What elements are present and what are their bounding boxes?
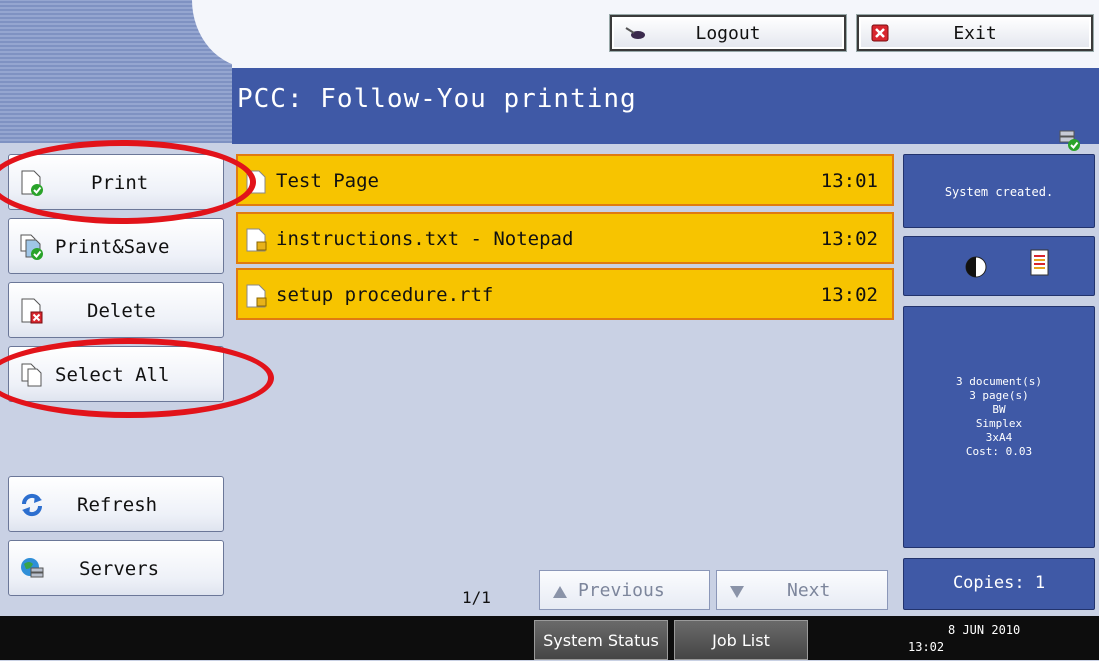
summary-cost: Cost: 0.03 (965, 445, 1033, 458)
logout-label: Logout (695, 22, 761, 44)
document-list-icon (1030, 249, 1050, 281)
servers-button[interactable]: Servers (8, 540, 224, 596)
system-status-button[interactable]: System Status (534, 620, 668, 660)
date-text: 8 JUN 2010 (948, 623, 1021, 637)
document-lock-icon (244, 228, 270, 257)
annotation-ring-print (0, 140, 256, 224)
refresh-label: Refresh (77, 494, 158, 516)
status-panel: System created. (903, 154, 1095, 228)
exit-label: Exit (953, 22, 997, 44)
summary-documents: 3 document(s) (955, 375, 1043, 388)
servers-label: Servers (79, 558, 160, 580)
next-label: Next (787, 580, 831, 601)
server-status-icon (1058, 128, 1082, 156)
triangle-up-icon (552, 583, 568, 604)
previous-button[interactable]: Previous (539, 570, 710, 610)
document-lock-icon (244, 284, 270, 313)
refresh-button[interactable]: Refresh (8, 476, 224, 532)
status-message: System created. (944, 185, 1054, 199)
list-item[interactable]: Test Page 13:01 (236, 154, 894, 206)
job-time: 13:02 (820, 284, 878, 306)
list-item[interactable]: setup procedure.rtf 13:02 (236, 268, 894, 320)
refresh-icon (19, 491, 45, 524)
exit-button[interactable]: Exit (857, 15, 1093, 51)
summary-duplex: Simplex (975, 417, 1023, 430)
summary-pages: 3 page(s) (969, 389, 1029, 402)
job-name: Test Page (276, 170, 379, 192)
delete-button[interactable]: Delete (8, 282, 224, 338)
job-time: 13:02 (820, 228, 878, 250)
previous-label: Previous (578, 580, 665, 601)
copies-label: Copies: 1 (952, 573, 1046, 593)
job-time: 13:01 (820, 170, 878, 192)
print-save-icon (19, 233, 45, 266)
list-item[interactable]: instructions.txt - Notepad 13:02 (236, 212, 894, 264)
servers-icon (19, 555, 45, 588)
job-list-button[interactable]: Job List (674, 620, 808, 660)
print-save-button[interactable]: Print&Save (8, 218, 224, 274)
triangle-down-icon (729, 583, 745, 604)
job-name: instructions.txt - Notepad (276, 228, 574, 250)
next-button[interactable]: Next (716, 570, 888, 610)
delete-doc-icon (19, 297, 45, 330)
delete-label: Delete (87, 300, 156, 322)
page-title: PCC: Follow-You printing (237, 84, 637, 114)
time-text: 13:02 (908, 640, 945, 654)
copies-button[interactable]: Copies: 1 (903, 558, 1095, 610)
page-indicator: 1/1 (462, 588, 491, 607)
color-mode-panel (903, 236, 1095, 296)
job-name: setup procedure.rtf (276, 284, 494, 306)
job-summary-panel: 3 document(s) 3 page(s) BW Simplex 3xA4 … (903, 306, 1095, 548)
bw-mode-icon (964, 255, 988, 283)
date-time: 8 JUN 2010 13:02 (908, 622, 1020, 656)
summary-color: BW (992, 403, 1006, 416)
print-save-label: Print&Save (55, 236, 170, 258)
summary-paper: 3xA4 (985, 431, 1013, 444)
logout-button[interactable]: Logout (610, 15, 846, 51)
